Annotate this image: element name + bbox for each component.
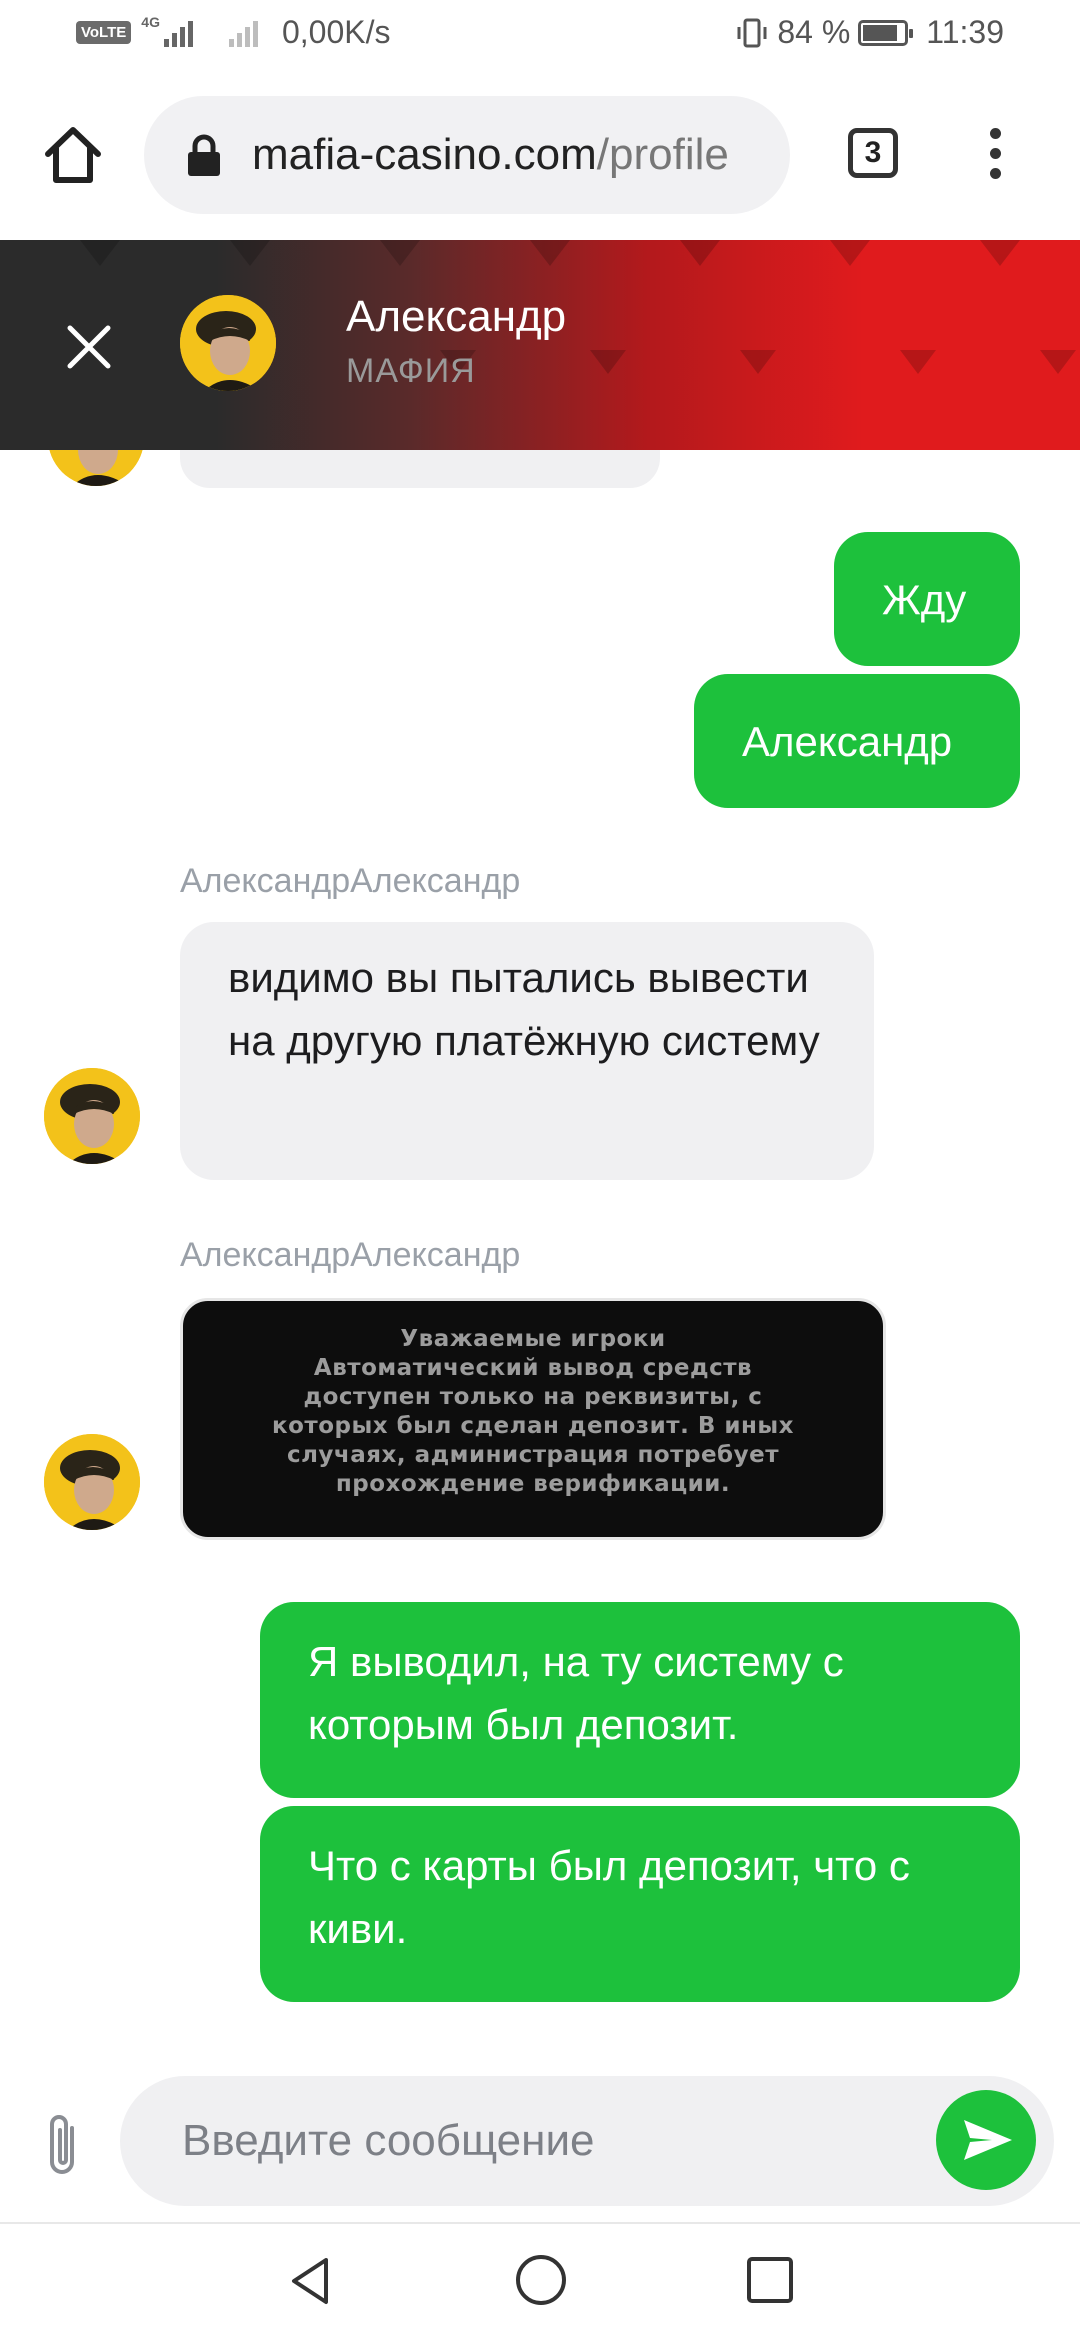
avatar [44, 1068, 140, 1164]
status-bar: VoLTE 4G 0,00K/s 84 % 11:39 [0, 0, 1080, 72]
net-speed: 0,00K/s [281, 14, 391, 50]
more-vert-icon[interactable] [980, 128, 1010, 184]
network-type: 4G [141, 14, 160, 30]
chat-title: Александр [346, 292, 567, 341]
send-icon [964, 2120, 1012, 2160]
message-input[interactable]: Введите сообщение [120, 2076, 1054, 2206]
image-caption-text: Уважаемые игроки Автоматический вывод ср… [271, 1326, 795, 1497]
lock-icon [188, 134, 220, 176]
sender-name: АлександрАлександр [180, 1236, 521, 1274]
message-text: Александр [742, 718, 953, 765]
nav-recents-icon[interactable] [744, 2254, 796, 2306]
signal-icon [163, 19, 193, 47]
close-icon[interactable] [64, 322, 114, 372]
battery-icon [858, 19, 914, 46]
message-text: Жду [882, 576, 967, 623]
battery-percent: 84 % [777, 14, 851, 50]
chat-header: Александр МАФИЯ [0, 240, 1080, 450]
avatar [44, 1434, 140, 1530]
nav-home-icon[interactable] [513, 2252, 569, 2308]
volte-badge: VoLTE [76, 21, 132, 44]
message-text: видимо вы пытались вывести на другую пла… [228, 954, 820, 1064]
nav-back-icon[interactable] [282, 2252, 340, 2310]
sender-name: АлександрАлександр [180, 862, 521, 900]
composer: Введите сообщение [0, 2070, 1080, 2220]
tabs-button[interactable]: 3 [848, 128, 898, 178]
header-pattern [80, 240, 1076, 374]
url-host: mafia-casino.com [252, 130, 597, 179]
system-nav-bar [0, 2222, 1080, 2342]
browser-toolbar: mafia-casino.com/profile 3 [0, 72, 1080, 240]
message-bubble [180, 450, 660, 488]
image-attachment[interactable]: Уважаемые игроки Автоматический вывод ср… [180, 1298, 886, 1540]
message-bubble-in: видимо вы пытались вывести на другую пла… [180, 922, 874, 1180]
clock: 11:39 [926, 14, 1004, 50]
message-text: Что с карты был депозит, что с киви. [308, 1842, 910, 1952]
battery-level [863, 24, 898, 41]
url-path: /profile [596, 130, 729, 179]
home-icon[interactable] [40, 122, 106, 188]
message-bubble-out: Что с карты был депозит, что с киви. [260, 1806, 1020, 2002]
send-button[interactable] [936, 2090, 1036, 2190]
avatar [48, 450, 144, 486]
message-bubble-out: Я выводил, на ту систему с которым был д… [260, 1602, 1020, 1798]
url-text[interactable]: mafia-casino.com/profile [252, 130, 752, 180]
agent-avatar [180, 295, 276, 391]
status-right: 84 % 11:39 [735, 14, 1004, 51]
chat-subtitle: МАФИЯ [346, 352, 476, 390]
signal-2-icon [228, 19, 258, 47]
message-bubble-out: Александр [694, 674, 1020, 808]
url-bar[interactable]: mafia-casino.com/profile [144, 96, 790, 214]
message-list[interactable]: Жду Александр АлександрАлександр видимо … [0, 450, 1080, 2070]
paperclip-icon[interactable] [42, 2110, 86, 2180]
vibrate-icon [737, 18, 767, 47]
message-bubble-out: Жду [834, 532, 1020, 666]
status-left: VoLTE 4G 0,00K/s [76, 14, 390, 51]
message-text: Я выводил, на ту систему с которым был д… [308, 1638, 844, 1748]
